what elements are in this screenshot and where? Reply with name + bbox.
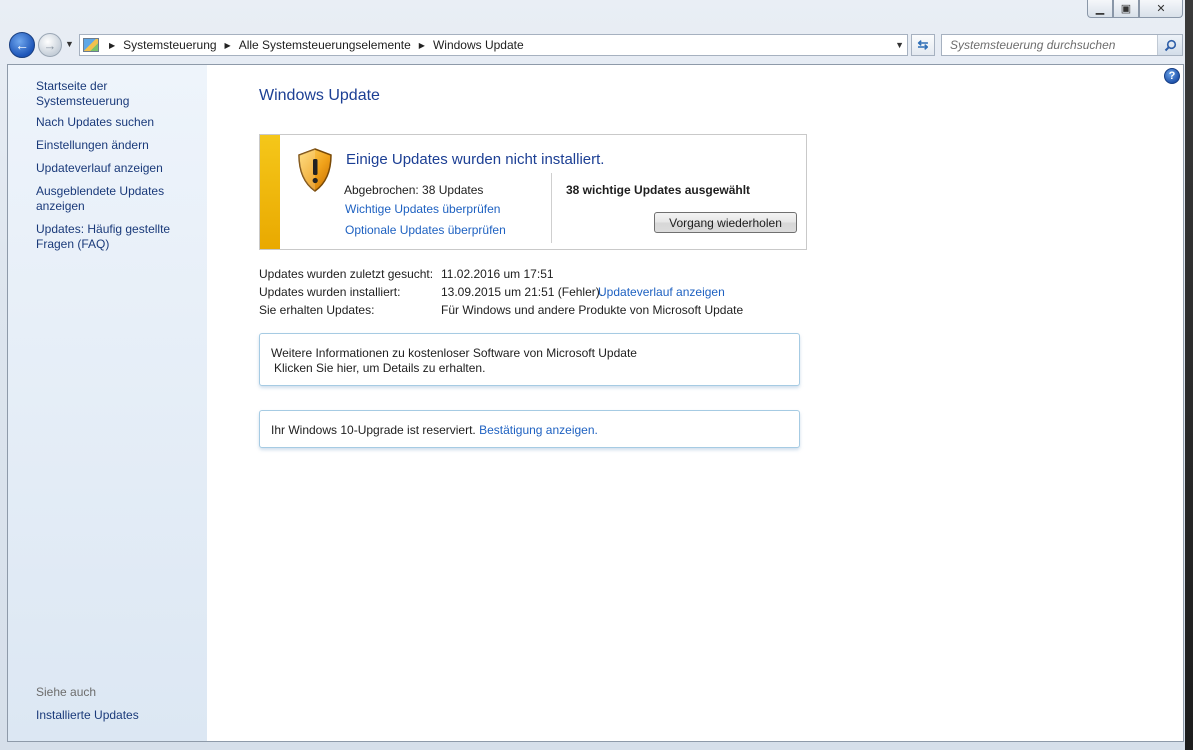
- installed-label: Updates wurden installiert:: [259, 285, 401, 299]
- task-sidebar: Startseite der Systemsteuerung Nach Upda…: [8, 65, 207, 741]
- search-input[interactable]: [948, 37, 1162, 53]
- search-box[interactable]: [941, 34, 1183, 56]
- status-divider: [551, 173, 552, 243]
- review-important-updates-link[interactable]: Wichtige Updates überprüfen: [345, 202, 500, 216]
- update-status-panel: Einige Updates wurden nicht installiert.…: [259, 134, 807, 250]
- sidebar-item-update-history[interactable]: Updateverlauf anzeigen: [36, 161, 204, 176]
- chevron-right-icon[interactable]: ▶: [225, 41, 231, 50]
- last-search-label: Updates wurden zuletzt gesucht:: [259, 267, 434, 281]
- recent-pages-dropdown-icon[interactable]: ▼: [65, 39, 74, 49]
- warning-status-strip: [260, 135, 280, 249]
- free-software-info-card: Weitere Informationen zu kostenloser Sof…: [259, 333, 800, 386]
- sidebar-item-check-updates[interactable]: Nach Updates suchen: [36, 115, 204, 130]
- receive-updates-value: Für Windows und andere Produkte von Micr…: [441, 303, 744, 317]
- close-button[interactable]: ✕: [1139, 0, 1183, 18]
- maximize-button[interactable]: ▣: [1113, 0, 1139, 18]
- control-panel-icon: [83, 38, 99, 52]
- address-dropdown-icon[interactable]: ▼: [895, 40, 904, 50]
- breadcrumb-all-items[interactable]: Alle Systemsteuerungselemente: [239, 38, 411, 52]
- receive-updates-label: Sie erhalten Updates:: [259, 303, 375, 317]
- page-title: Windows Update: [259, 87, 380, 104]
- sidebar-item-installed-updates[interactable]: Installierte Updates: [36, 708, 204, 723]
- address-bar[interactable]: ▶ Systemsteuerung ▶ Alle Systemsteuerung…: [79, 34, 908, 56]
- chevron-right-icon[interactable]: ▶: [109, 41, 115, 50]
- review-optional-updates-link[interactable]: Optionale Updates überprüfen: [345, 223, 506, 237]
- back-button[interactable]: ←: [9, 32, 35, 58]
- view-update-history-link[interactable]: Updateverlauf anzeigen: [598, 285, 725, 299]
- window-controls: ▁ ▣ ✕: [1087, 0, 1183, 18]
- explorer-window: ▁ ▣ ✕ ← → ▼ ▶ Systemsteuerung ▶ Alle Sys…: [0, 0, 1193, 750]
- minimize-button[interactable]: ▁: [1087, 0, 1113, 18]
- breadcrumb-control-panel[interactable]: Systemsteuerung: [123, 38, 216, 52]
- free-software-details-link[interactable]: Klicken Sie hier, um Details zu erhalten…: [274, 361, 485, 375]
- windows10-upgrade-card: Ihr Windows 10-Upgrade ist reserviert. B…: [259, 410, 800, 448]
- status-title: Einige Updates wurden nicht installiert.: [346, 151, 605, 168]
- selected-updates-count: 38 wichtige Updates ausgewählt: [566, 183, 751, 197]
- sidebar-item-faq[interactable]: Updates: Häufig gestellte Fragen (FAQ): [36, 222, 176, 252]
- upgrade-reserved-line: Ihr Windows 10-Upgrade ist reserviert. B…: [271, 423, 598, 437]
- content-pane: Startseite der Systemsteuerung Nach Upda…: [7, 64, 1184, 742]
- forward-button[interactable]: →: [38, 33, 62, 57]
- free-software-text: Weitere Informationen zu kostenloser Sof…: [271, 346, 637, 360]
- navigation-bar: ← → ▼ ▶ Systemsteuerung ▶ Alle Systemste…: [0, 26, 1185, 62]
- view-confirmation-link[interactable]: Bestätigung anzeigen.: [479, 423, 598, 437]
- sidebar-item-hidden-updates[interactable]: Ausgeblendete Updates anzeigen: [36, 184, 171, 214]
- sidebar-item-change-settings[interactable]: Einstellungen ändern: [36, 138, 204, 153]
- warning-shield-icon: [298, 148, 332, 192]
- last-search-value: 11.02.2016 um 17:51: [441, 267, 554, 281]
- help-icon: ?: [1168, 70, 1176, 82]
- see-also-heading: Siehe auch: [36, 685, 97, 699]
- chevron-right-icon[interactable]: ▶: [419, 41, 425, 50]
- upgrade-reserved-text: Ihr Windows 10-Upgrade ist reserviert.: [271, 423, 476, 437]
- sidebar-item-control-panel-home[interactable]: Startseite der Systemsteuerung: [36, 79, 204, 109]
- help-button[interactable]: ?: [1164, 68, 1180, 84]
- search-button[interactable]: [1157, 35, 1182, 55]
- aborted-updates-text: Abgebrochen: 38 Updates: [344, 183, 484, 197]
- search-icon: [1164, 39, 1176, 51]
- installed-value: 13.09.2015 um 21:51 (Fehler).: [441, 285, 604, 299]
- refresh-button[interactable]: ⇆: [911, 34, 935, 56]
- retry-button[interactable]: Vorgang wiederholen: [654, 212, 797, 233]
- breadcrumb-windows-update[interactable]: Windows Update: [433, 38, 524, 52]
- refresh-icon: ⇆: [917, 37, 929, 52]
